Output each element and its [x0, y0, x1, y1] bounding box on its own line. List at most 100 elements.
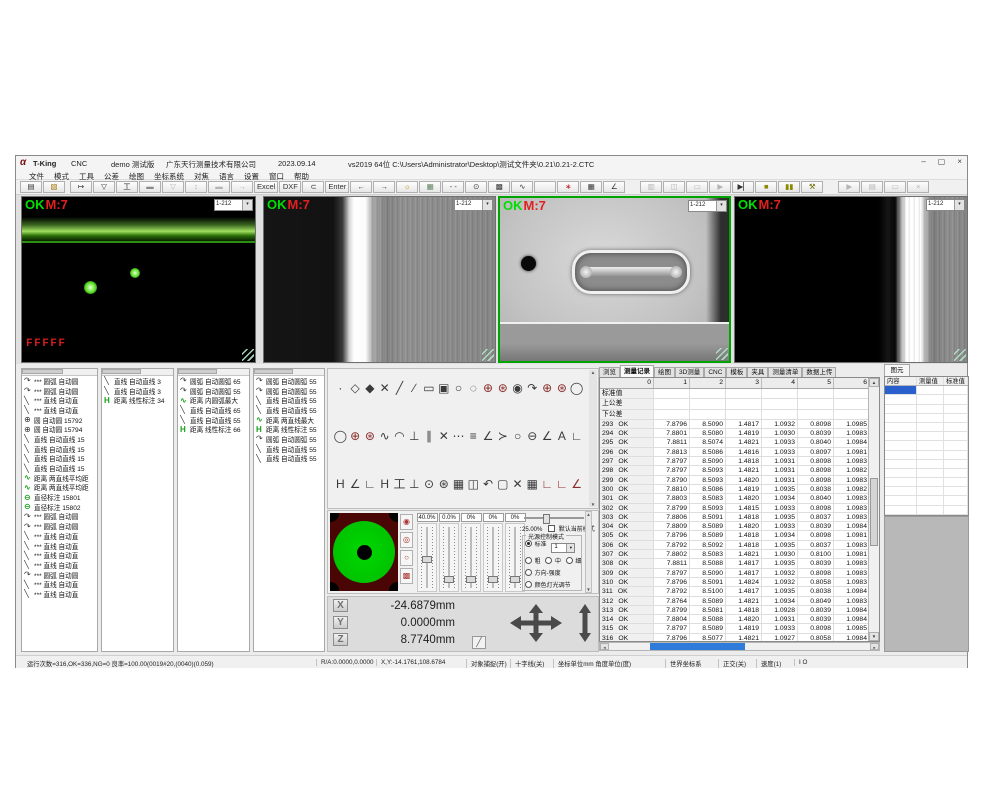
stop-button[interactable]: ■: [755, 181, 777, 193]
table-row[interactable]: 306OK7.87928.50921.48181.09350.80371.098…: [600, 541, 870, 550]
tab-8[interactable]: 数据上传: [802, 367, 836, 377]
tab-6[interactable]: 夹具: [747, 367, 768, 377]
resize-grip-icon[interactable]: [242, 349, 254, 361]
measure-list-item[interactable]: ╲直线 自动直线 55: [254, 454, 324, 464]
save-button[interactable]: ▤: [20, 181, 42, 193]
radio-coarse[interactable]: [525, 557, 532, 564]
z-jog-icon[interactable]: [578, 604, 592, 642]
table-row[interactable]: 296OK7.88138.50861.48161.09330.80971.098…: [600, 448, 870, 457]
measure-list-item[interactable]: ↷*** 圆弧 自动圆: [22, 570, 97, 580]
tab-5[interactable]: 模板: [726, 367, 747, 377]
tool-hammer-button[interactable]: ⚒: [801, 181, 823, 193]
ring-light-button-0[interactable]: ◉: [400, 514, 413, 530]
enter-button[interactable]: Enter: [325, 181, 349, 193]
slider-thumb[interactable]: [488, 576, 498, 583]
measure-list-item[interactable]: ↷圆弧 自动圆弧 55: [254, 434, 324, 444]
open-folder-button[interactable]: ▧: [43, 181, 65, 193]
tool-icon[interactable]: ⊕: [540, 381, 555, 395]
tool-icon[interactable]: ⊙: [422, 477, 437, 491]
tool-icon[interactable]: ⊕: [348, 429, 363, 443]
tool-icon[interactable]: ⊛: [554, 381, 569, 395]
list-scrollbar[interactable]: [178, 369, 249, 376]
default-mode-checkbox[interactable]: [548, 525, 555, 532]
tool-icon[interactable]: ▦: [525, 477, 540, 491]
tool-icon[interactable]: ∠: [540, 429, 555, 443]
magnifier-button[interactable]: ⊙: [465, 181, 487, 193]
camera-view-4[interactable]: OKM:7 1-212 ▾: [734, 196, 968, 363]
ring-light-button-3[interactable]: ▩: [400, 568, 413, 584]
list-scrollbar[interactable]: [254, 369, 324, 376]
menu-item-9[interactable]: 窗口: [264, 170, 289, 179]
table-row[interactable]: 304OK7.88098.50891.48201.09330.80391.098…: [600, 522, 870, 531]
scroll-left-icon[interactable]: ◂: [600, 643, 609, 650]
probe-down-button[interactable]: ▽: [93, 181, 115, 193]
close-button[interactable]: ×: [957, 157, 962, 166]
menu-item-3[interactable]: 公差: [99, 170, 124, 179]
table-row[interactable]: 293OK7.87968.50901.48171.09320.80981.098…: [600, 420, 870, 429]
tool-icon[interactable]: H: [377, 477, 392, 491]
tool-icon[interactable]: ◇: [348, 381, 363, 395]
slider-track[interactable]: [483, 523, 503, 592]
table-row[interactable]: 312OK7.87648.50891.48211.09340.80491.098…: [600, 597, 870, 606]
menu-item-2[interactable]: 工具: [74, 170, 99, 179]
tab-2[interactable]: 绘图: [654, 367, 675, 377]
tool-icon[interactable]: ▦: [451, 477, 466, 491]
slider-track[interactable]: [439, 523, 459, 592]
hatch-button[interactable]: ▩: [488, 181, 510, 193]
measure-list-item[interactable]: ↷*** 圆弧 自动圆: [22, 386, 97, 396]
radio-fine[interactable]: [566, 557, 573, 564]
column-header-4[interactable]: 4: [762, 378, 798, 388]
scroll-up-icon[interactable]: ▲: [586, 512, 590, 517]
table-label-row[interactable]: 下公差: [600, 410, 870, 420]
dashes-button[interactable]: - -: [442, 181, 464, 193]
measure-list-item[interactable]: ↷*** 圆弧 自动圆: [22, 512, 97, 522]
light-bulb-button[interactable]: ☼: [396, 181, 418, 193]
ring-light-button-2[interactable]: ○: [400, 550, 413, 566]
element-row[interactable]: [885, 414, 968, 423]
qr-code-button[interactable]: ▦: [580, 181, 602, 193]
measure-list-item[interactable]: ∿距离 两直线平均距: [22, 473, 97, 483]
scrollbar-thumb[interactable]: [102, 369, 141, 374]
table-row[interactable]: 298OK7.87978.50931.48211.09310.80981.098…: [600, 466, 870, 475]
radio-direction[interactable]: [525, 569, 532, 576]
element-row[interactable]: [885, 496, 968, 505]
tab-4[interactable]: CNC: [704, 367, 726, 377]
play-button[interactable]: ▶: [709, 181, 731, 193]
measure-list-item[interactable]: ╲*** 直线 自动直: [22, 541, 97, 551]
column-header-1[interactable]: 1: [654, 378, 690, 388]
table-row[interactable]: 305OK7.87968.50891.48181.09340.80981.098…: [600, 531, 870, 540]
menu-item-0[interactable]: 文件: [24, 170, 49, 179]
tool-icon[interactable]: A: [554, 429, 569, 443]
tool-icon[interactable]: ∟: [569, 429, 584, 443]
excel-button[interactable]: Excel: [254, 181, 278, 193]
tool-icon[interactable]: ·: [333, 381, 348, 395]
chevron-down-icon[interactable]: ▾: [954, 200, 964, 210]
tab-element[interactable]: 图元: [884, 364, 910, 376]
table-row[interactable]: 297OK7.87978.50901.48181.09310.80981.098…: [600, 457, 870, 466]
master-light-slider[interactable]: [524, 517, 584, 519]
list-scrollbar[interactable]: [102, 369, 173, 376]
toolbox-scrollbar[interactable]: ▲ ▼: [589, 370, 597, 507]
tool-icon[interactable]: ∠: [569, 477, 584, 491]
block2-tool-button[interactable]: ▬: [208, 181, 230, 193]
tool-icon[interactable]: ∟: [540, 477, 555, 491]
table-row[interactable]: 299OK7.87908.50931.48201.09310.80981.098…: [600, 476, 870, 485]
tool-icon[interactable]: ↷: [525, 381, 540, 395]
scrollbar-thumb[interactable]: [178, 369, 217, 374]
menu-item-8[interactable]: 设置: [239, 170, 264, 179]
tool-icon[interactable]: ≻: [495, 429, 510, 443]
tool-icon[interactable]: ◠: [392, 429, 407, 443]
resize-grip-icon[interactable]: [954, 349, 966, 361]
measure-list-item[interactable]: ↷圆弧 自动圆弧 55: [254, 376, 324, 386]
element-row[interactable]: [885, 432, 968, 441]
copy-button[interactable]: ◫: [663, 181, 685, 193]
stage-move-button[interactable]: ↦: [70, 181, 92, 193]
table-row[interactable]: 307OK7.88028.50831.48211.09300.81001.098…: [600, 550, 870, 559]
table-row[interactable]: 311OK7.87928.51001.48171.09350.80381.098…: [600, 587, 870, 596]
measure-list-item[interactable]: ╲直线 自动直线 55: [254, 395, 324, 405]
xy-jog-pad-icon[interactable]: [510, 604, 562, 642]
open2-button[interactable]: ▭: [884, 181, 906, 193]
element-row[interactable]: [885, 405, 968, 414]
tool-icon[interactable]: ◌: [466, 381, 481, 395]
blank-button[interactable]: [534, 181, 556, 193]
